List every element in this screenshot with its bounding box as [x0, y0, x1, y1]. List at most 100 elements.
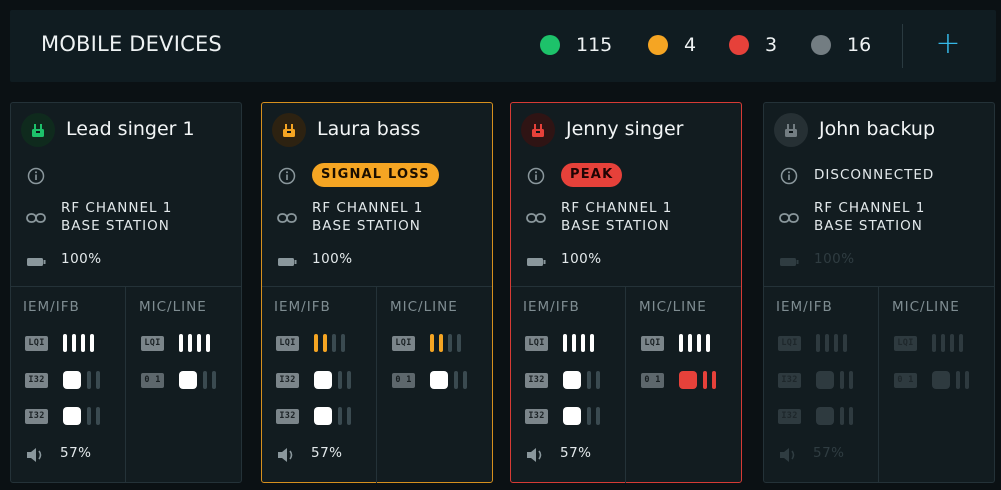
card-divider	[11, 286, 241, 287]
stat-error-count: 3	[765, 34, 778, 56]
mic-level-segment	[203, 371, 207, 389]
device-card[interactable]: Lead singer 1 RF CHANNEL 1 BASE STATION 100…	[10, 102, 242, 483]
mic-lqi-segment	[457, 334, 461, 352]
lqi-tag: LQI	[392, 336, 415, 351]
lqi-tag: LQI	[525, 336, 548, 351]
iem-level-1-block	[63, 371, 81, 389]
iem-level-2-segment	[87, 407, 91, 425]
zero-one-tag: 0 1	[141, 373, 164, 388]
mic-level-block	[179, 371, 197, 389]
info-icon[interactable]	[526, 166, 546, 186]
info-icon[interactable]	[26, 166, 46, 186]
info-icon[interactable]	[277, 166, 297, 186]
iem-level-1-block	[563, 371, 581, 389]
column-divider	[625, 286, 626, 483]
device-card[interactable]: John backup DISCONNECTED RF CHANNEL 1 BASE …	[763, 102, 995, 483]
iem-level-2-segment	[338, 407, 342, 425]
mic-level	[179, 371, 216, 389]
mic-line-header: MIC/LINE	[390, 299, 458, 315]
mic-level-segment	[712, 371, 716, 389]
battery-level: 100%	[561, 251, 602, 267]
i32-tag: I32	[276, 409, 299, 424]
device-name[interactable]: Jenny singer	[566, 118, 683, 140]
iem-lqi-segment	[332, 334, 336, 352]
mic-line-header: MIC/LINE	[139, 299, 207, 315]
page-title: MOBILE DEVICES	[41, 32, 222, 56]
transmitter-icon	[774, 113, 808, 147]
iem-lqi-segment	[590, 334, 594, 352]
column-divider	[878, 286, 879, 483]
iem-lqi-segment	[90, 334, 94, 352]
rf-info: RF CHANNEL 1 BASE STATION	[312, 199, 423, 235]
info-icon[interactable]	[779, 166, 799, 186]
iem-lqi-segment	[581, 334, 585, 352]
mic-lqi-segment	[179, 334, 183, 352]
i32-tag: I32	[778, 409, 801, 424]
link-icon	[26, 208, 46, 228]
mic-lqi-segment	[932, 334, 936, 352]
mic-level-block	[932, 371, 950, 389]
i32-tag: I32	[25, 373, 48, 388]
iem-lqi-segment	[834, 334, 838, 352]
battery-icon	[526, 252, 546, 272]
mic-lqi-segment	[706, 334, 710, 352]
speaker-icon[interactable]	[778, 446, 800, 464]
mic-lqi-bars	[679, 334, 710, 352]
volume-level: 57%	[813, 445, 845, 461]
iem-level-1-segment	[840, 371, 844, 389]
iem-level-1	[816, 371, 853, 389]
device-name[interactable]: Lead singer 1	[66, 118, 195, 140]
device-name[interactable]: John backup	[819, 118, 935, 140]
transmitter-icon	[521, 113, 555, 147]
iem-lqi-bars	[563, 334, 594, 352]
add-device-button[interactable]: +	[932, 29, 964, 61]
device-card[interactable]: Jenny singer PEAK RF CHANNEL 1 BASE STATION…	[510, 102, 742, 483]
device-name[interactable]: Laura bass	[317, 118, 420, 140]
iem-level-2-segment	[587, 407, 591, 425]
iem-level-2-segment	[596, 407, 600, 425]
speaker-icon[interactable]	[525, 446, 547, 464]
stat-warning[interactable]: 4	[648, 34, 696, 56]
iem-lqi-segment	[572, 334, 576, 352]
lqi-tag: LQI	[641, 336, 664, 351]
lqi-tag: LQI	[894, 336, 917, 351]
mic-lqi-segment	[206, 334, 210, 352]
base-station: BASE STATION	[561, 218, 670, 234]
iem-lqi-segment	[816, 334, 820, 352]
mic-lqi-bars	[430, 334, 461, 352]
status-badge: SIGNAL LOSS	[312, 163, 439, 187]
mic-level-segment	[463, 371, 467, 389]
iem-level-1-segment	[849, 371, 853, 389]
stat-disconnected[interactable]: 16	[811, 34, 871, 56]
iem-level-1-segment	[338, 371, 342, 389]
status-dot-ok	[540, 35, 560, 55]
battery-icon	[26, 252, 46, 272]
device-card[interactable]: Laura bass SIGNAL LOSS RF CHANNEL 1 BASE ST…	[261, 102, 493, 483]
iem-ifb-header: IEM/IFB	[23, 299, 80, 315]
iem-lqi-segment	[323, 334, 327, 352]
iem-ifb-header: IEM/IFB	[523, 299, 580, 315]
base-station: BASE STATION	[312, 218, 421, 234]
iem-level-2	[63, 407, 100, 425]
iem-level-1-segment	[596, 371, 600, 389]
iem-level-2-block	[63, 407, 81, 425]
lqi-tag: LQI	[276, 336, 299, 351]
header-divider	[902, 24, 903, 68]
iem-level-1-block	[816, 371, 834, 389]
mic-lqi-segment	[950, 334, 954, 352]
battery-level: 100%	[312, 251, 353, 267]
mic-level	[679, 371, 716, 389]
column-divider	[376, 286, 377, 483]
i32-tag: I32	[276, 373, 299, 388]
iem-lqi-segment	[81, 334, 85, 352]
speaker-icon[interactable]	[25, 446, 47, 464]
speaker-icon[interactable]	[276, 446, 298, 464]
base-station: BASE STATION	[61, 218, 170, 234]
transmitter-icon	[272, 113, 306, 147]
stat-ok[interactable]: 115	[540, 34, 612, 56]
rf-info: RF CHANNEL 1 BASE STATION	[561, 199, 672, 235]
iem-lqi-bars	[314, 334, 345, 352]
iem-level-2-segment	[840, 407, 844, 425]
lqi-tag: LQI	[141, 336, 164, 351]
stat-error[interactable]: 3	[729, 34, 777, 56]
